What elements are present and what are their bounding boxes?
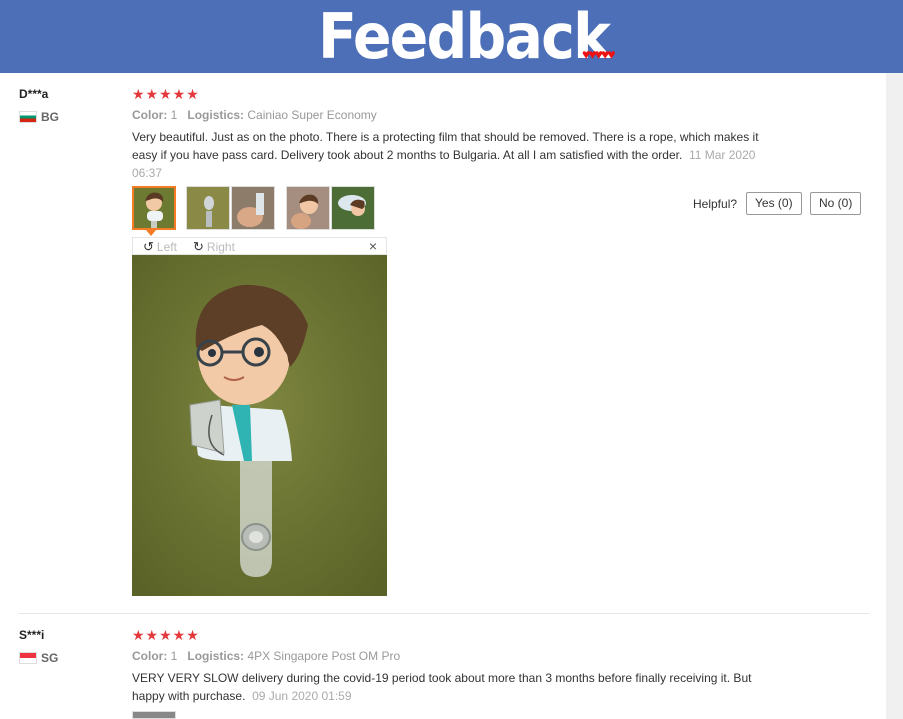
reviewer-country: BG — [41, 110, 59, 124]
banner-title: Feedback — [318, 0, 611, 73]
rotate-left-icon: ↺ — [143, 239, 154, 254]
rotate-left-button[interactable]: ↺ Left — [143, 239, 177, 255]
order-info: Color: 1 Logistics: 4PX Singapore Post O… — [132, 649, 400, 663]
helpful-yes-button[interactable]: Yes (0) — [746, 192, 802, 215]
logistics-label: Logistics: — [187, 108, 245, 122]
singapore-flag-icon — [19, 652, 37, 664]
logistics-value: 4PX Singapore Post OM Pro — [247, 649, 401, 663]
color-label: Color: — [132, 108, 168, 122]
photo-thumbnail-1[interactable] — [132, 711, 176, 719]
review-text: Very beautiful. Just as on the photo. Th… — [132, 130, 759, 162]
review-text: VERY VERY SLOW delivery during the covid… — [132, 671, 752, 703]
review-date: 09 Jun 2020 01:59 — [252, 689, 352, 703]
review-text-block: VERY VERY SLOW delivery during the covid… — [132, 669, 782, 705]
photo-thumbnail-5[interactable] — [331, 186, 375, 230]
rotate-left-label: Left — [156, 240, 177, 254]
helpful-label: Helpful? — [693, 197, 738, 211]
color-label: Color: — [132, 649, 168, 663]
review-text-block: Very beautiful. Just as on the photo. Th… — [132, 128, 782, 182]
selected-thumbnail-indicator — [146, 230, 156, 236]
rotate-right-icon: ↻ — [193, 239, 204, 254]
photo-thumbnail-4[interactable] — [286, 186, 330, 230]
helpful-no-button[interactable]: No (0) — [810, 192, 862, 215]
hearts-decoration: ♥♥♥♥♥ — [582, 46, 616, 62]
color-value: 1 — [170, 108, 178, 122]
rotate-right-button[interactable]: ↻ Right — [193, 239, 235, 255]
rating-stars: ★★★★★ — [132, 627, 200, 643]
bulgaria-flag-icon — [19, 111, 37, 123]
reviewer-country: SG — [41, 651, 59, 665]
rating-stars: ★★★★★ — [132, 86, 200, 102]
reviewer-name: S***i — [19, 628, 45, 642]
review-divider — [19, 613, 869, 614]
logistics-label: Logistics: — [187, 649, 245, 663]
photo-thumbnail-3[interactable] — [231, 186, 275, 230]
rotate-right-label: Right — [206, 240, 235, 254]
order-info: Color: 1 Logistics: Cainiao Super Econom… — [132, 108, 377, 122]
scrollbar[interactable] — [886, 73, 903, 719]
image-viewer-toolbar: ↺ Left ↻ Right × — [132, 237, 387, 255]
close-icon[interactable]: × — [369, 238, 377, 254]
enlarged-review-photo — [132, 255, 387, 596]
logistics-value: Cainiao Super Economy — [247, 108, 377, 122]
photo-thumbnail-2[interactable] — [186, 186, 230, 230]
feedback-banner: Feedback ♥♥♥♥♥ — [0, 0, 903, 73]
color-value: 1 — [170, 649, 178, 663]
photo-thumbnail-1[interactable] — [132, 186, 176, 230]
reviewer-name: D***a — [19, 87, 49, 101]
